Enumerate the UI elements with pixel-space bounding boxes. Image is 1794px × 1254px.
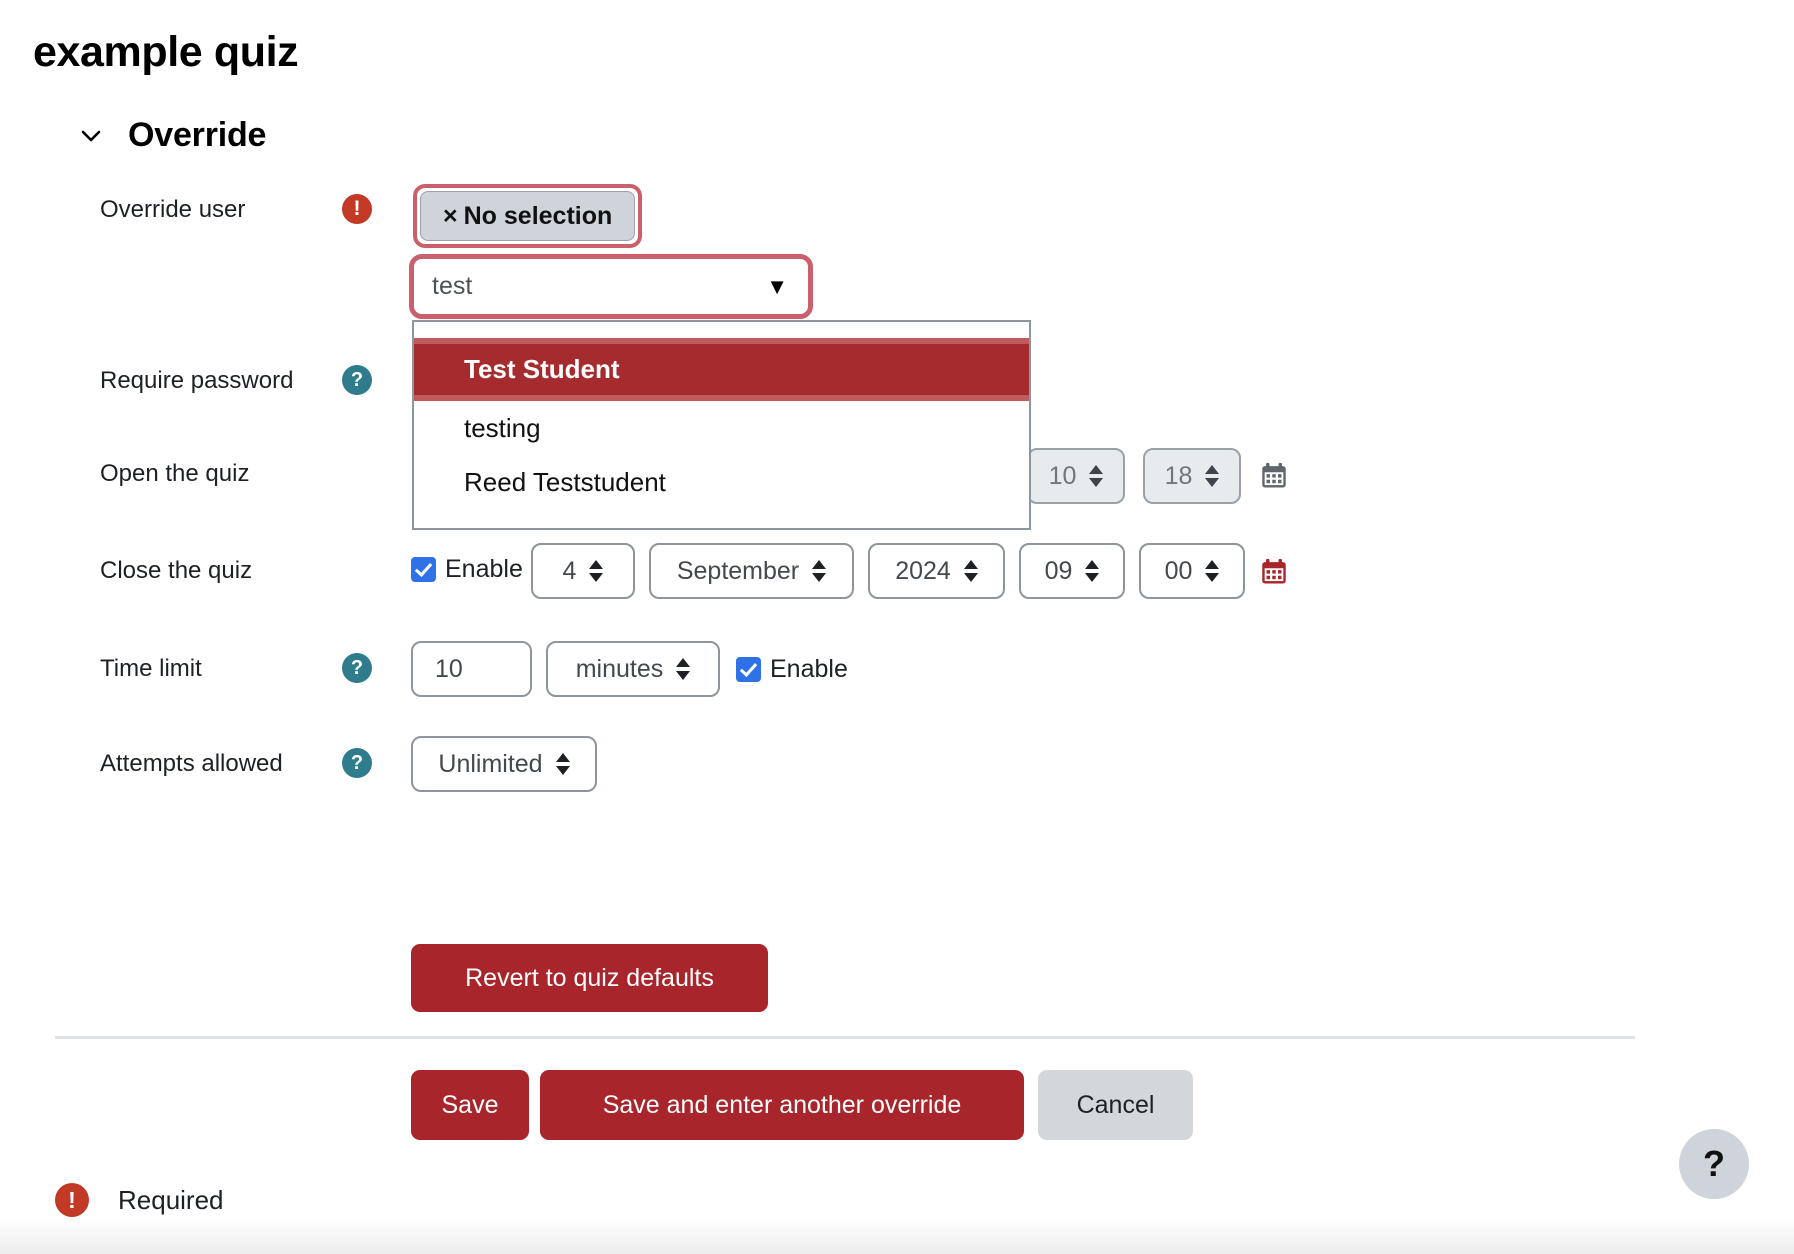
section-header-override[interactable]: Override	[78, 116, 266, 155]
list-item[interactable]: Reed Teststudent	[414, 455, 1029, 510]
close-quiz-day-value: 4	[562, 556, 577, 585]
spinner-icon	[812, 558, 827, 584]
help-icon[interactable]: ?	[342, 653, 372, 683]
override-user-input[interactable]: test ▼	[414, 259, 808, 314]
required-legend: ! Required	[55, 1183, 224, 1217]
required-icon: !	[342, 194, 372, 224]
spinner-icon	[589, 558, 604, 584]
help-icon[interactable]: ?	[342, 365, 372, 395]
attempts-allowed-value: Unlimited	[438, 749, 543, 778]
close-quiz-month-select[interactable]: September	[649, 543, 854, 599]
label-require-password: Require password	[100, 367, 294, 394]
save-and-enter-another-override-button[interactable]: Save and enter another override	[540, 1070, 1024, 1140]
checkbox-checked-icon[interactable]	[411, 557, 436, 582]
time-limit-value: 10	[435, 654, 463, 683]
help-fab-button[interactable]: ?	[1679, 1129, 1749, 1199]
bottom-fade	[0, 1218, 1794, 1254]
help-icon[interactable]: ?	[342, 748, 372, 778]
revert-to-quiz-defaults-button[interactable]: Revert to quiz defaults	[411, 944, 768, 1012]
spinner-icon	[1205, 463, 1220, 489]
save-button[interactable]: Save	[411, 1070, 529, 1140]
override-user-input-value: test	[432, 272, 473, 300]
spinner-icon	[1089, 463, 1104, 489]
attempts-allowed-select[interactable]: Unlimited	[411, 736, 597, 792]
time-limit-input[interactable]: 10	[411, 641, 532, 697]
time-limit-unit-value: minutes	[575, 654, 664, 683]
close-quiz-enable-label: Enable	[445, 555, 523, 583]
label-time-limit: Time limit	[100, 655, 202, 682]
label-open-the-quiz: Open the quiz	[100, 460, 250, 487]
list-item[interactable]: Test Student	[414, 338, 1029, 401]
calendar-icon[interactable]	[1258, 460, 1290, 492]
selection-pill[interactable]: × No selection	[420, 191, 636, 242]
spinner-icon	[676, 656, 691, 682]
close-quiz-minute-value: 00	[1164, 556, 1193, 585]
time-limit-enable-group[interactable]: Enable	[736, 655, 848, 684]
close-quiz-month-value: September	[676, 556, 800, 585]
close-quiz-hour-value: 09	[1044, 556, 1073, 585]
divider	[55, 1036, 1635, 1039]
label-override-user: Override user	[100, 196, 246, 223]
chevron-down-icon[interactable]	[78, 123, 104, 149]
spinner-icon	[1205, 558, 1220, 584]
close-icon[interactable]: ×	[443, 202, 458, 230]
open-quiz-hour-select[interactable]: 10	[1027, 448, 1125, 504]
section-title: Override	[128, 116, 267, 154]
open-quiz-hour-value: 10	[1048, 461, 1077, 490]
close-quiz-hour-select[interactable]: 09	[1019, 543, 1125, 599]
selection-pill-label: No selection	[463, 202, 613, 230]
checkbox-checked-icon[interactable]	[736, 657, 761, 682]
spinner-icon	[1085, 558, 1100, 584]
time-limit-enable-label: Enable	[770, 655, 848, 683]
chevron-down-icon[interactable]: ▼	[766, 275, 788, 298]
override-user-selection[interactable]: × No selection	[413, 184, 643, 249]
spinner-icon	[963, 558, 978, 584]
close-quiz-year-select[interactable]: 2024	[868, 543, 1005, 599]
close-quiz-day-select[interactable]: 4	[531, 543, 635, 599]
open-quiz-minute-value: 18	[1164, 461, 1193, 490]
override-user-autocomplete[interactable]: test ▼	[409, 254, 813, 319]
required-legend-label: Required	[118, 1184, 224, 1215]
list-item[interactable]: testing	[414, 401, 1029, 456]
calendar-icon[interactable]	[1258, 556, 1290, 588]
close-quiz-year-value: 2024	[895, 556, 951, 585]
close-quiz-minute-select[interactable]: 00	[1139, 543, 1245, 599]
page-title: example quiz	[33, 28, 299, 76]
label-close-the-quiz: Close the quiz	[100, 557, 253, 584]
override-user-suggestion-list[interactable]: Test Student testing Reed Teststudent	[412, 320, 1031, 530]
time-limit-unit-select[interactable]: minutes	[546, 641, 720, 697]
spinner-icon	[555, 751, 570, 777]
close-quiz-enable-group[interactable]: Enable	[411, 555, 523, 584]
required-icon: !	[55, 1183, 89, 1217]
label-attempts-allowed: Attempts allowed	[100, 750, 283, 777]
cancel-button[interactable]: Cancel	[1038, 1070, 1193, 1140]
open-quiz-minute-select[interactable]: 18	[1143, 448, 1241, 504]
